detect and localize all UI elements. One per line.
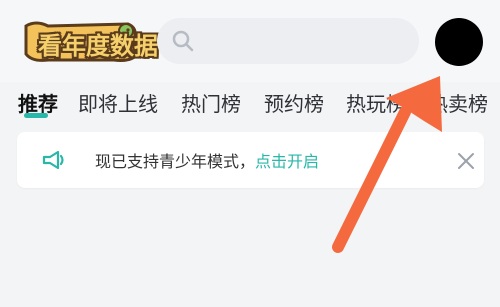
active-tab-indicator — [24, 113, 48, 118]
search-bar[interactable] — [157, 18, 419, 64]
teen-mode-notice[interactable]: 现已支持青少年模式，点击开启 — [17, 132, 484, 188]
category-tabs: 推荐 即将上线 热门榜 预约榜 热玩榜 热卖榜 — [0, 82, 500, 120]
tab-hot-sale[interactable]: 热卖榜 — [428, 88, 488, 117]
app-logo[interactable]: 看年度数据 — [18, 18, 158, 64]
notice-message: 现已支持青少年模式， — [95, 152, 256, 171]
close-icon[interactable] — [453, 148, 479, 174]
megaphone-icon — [42, 150, 64, 170]
logo-text: 看年度数据 — [38, 32, 158, 60]
enable-link[interactable]: 点击开启 — [255, 152, 319, 171]
tab-coming-soon[interactable]: 即将上线 — [78, 88, 158, 117]
tab-hot[interactable]: 热门榜 — [181, 88, 241, 117]
search-icon[interactable] — [171, 29, 195, 53]
tab-reserve[interactable]: 预约榜 — [264, 88, 324, 117]
notice-text: 现已支持青少年模式，点击开启 — [95, 148, 319, 172]
avatar[interactable] — [435, 18, 483, 66]
tab-hot-play[interactable]: 热玩榜 — [346, 88, 406, 117]
